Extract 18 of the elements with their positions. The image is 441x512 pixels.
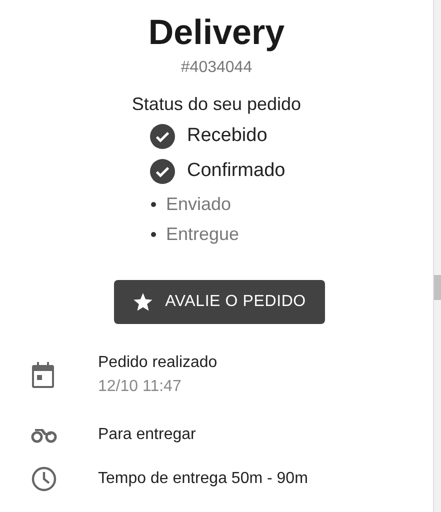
rate-order-button[interactable]: AVALIE O PEDIDO — [114, 280, 325, 324]
step-label: Recebido — [187, 124, 268, 148]
clock-icon — [31, 466, 57, 492]
detail-subtitle: 12/10 11:47 — [98, 377, 182, 397]
step-label: Confirmado — [187, 159, 286, 184]
detail-title: Pedido realizado — [98, 353, 218, 373]
scrollbar-thumb[interactable] — [434, 275, 441, 300]
detail-title: Para entregar — [98, 425, 196, 445]
motorcycle-icon — [31, 427, 57, 443]
scrollbar[interactable] — [433, 0, 441, 512]
step-label: Enviado — [166, 192, 232, 216]
order-number: #4034044 — [180, 58, 252, 78]
step-label: Entregue — [166, 222, 240, 246]
detail-title: Tempo de entrega 50m - 90m — [98, 469, 308, 489]
page-title: Delivery — [148, 12, 285, 54]
status-heading: Status do seu pedido — [132, 93, 302, 115]
calendar-icon — [31, 362, 55, 388]
star-icon — [133, 292, 154, 312]
